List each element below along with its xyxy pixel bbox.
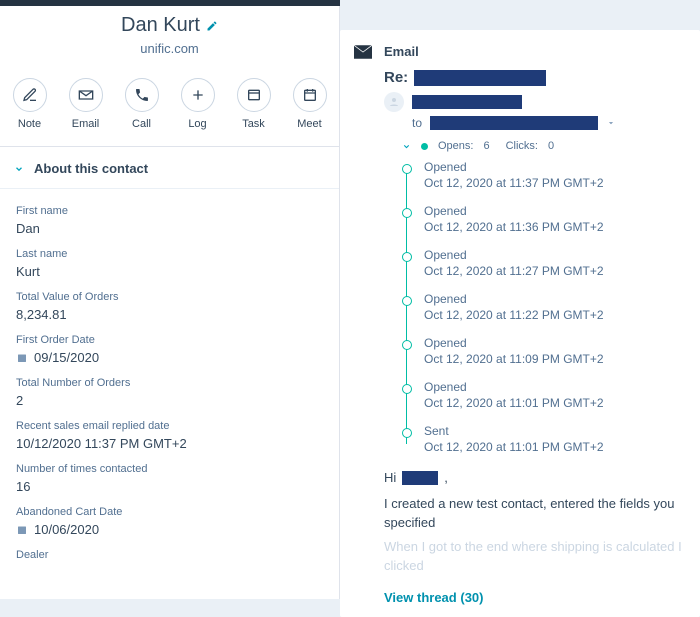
envelope-icon: [354, 45, 372, 59]
log-button[interactable]: Log: [181, 78, 215, 130]
email-body: Hi , I created a new test contact, enter…: [384, 468, 700, 576]
task-button[interactable]: Task: [237, 78, 271, 130]
timeline-event: OpenedOct 12, 2020 at 11:22 PM GMT+2: [402, 292, 700, 322]
envelope-icon: [78, 87, 94, 103]
contact-sidebar: Dan Kurt unific.com Note Email Call Log: [0, 0, 340, 599]
email-card: Email Re: to Opens: 6 Clicks:: [340, 30, 700, 617]
prop-first-name[interactable]: First name Dan: [16, 205, 323, 236]
email-button[interactable]: Email: [69, 78, 103, 130]
email-title: Email: [384, 44, 419, 59]
meet-button[interactable]: Meet: [293, 78, 327, 130]
prop-total-value-orders[interactable]: Total Value of Orders 8,234.81: [16, 291, 323, 322]
avatar: [384, 92, 404, 112]
prop-first-order-date[interactable]: First Order Date 09/15/2020: [16, 334, 323, 365]
timeline-event: OpenedOct 12, 2020 at 11:37 PM GMT+2: [402, 160, 700, 190]
prop-number-times-contacted[interactable]: Number of times contacted 16: [16, 463, 323, 494]
note-icon: [22, 87, 38, 103]
chevron-down-icon[interactable]: [606, 118, 616, 128]
activity-pane: Email Re: to Opens: 6 Clicks:: [340, 0, 700, 599]
redacted-from: [412, 95, 522, 109]
property-list: First name Dan Last name Kurt Total Valu…: [0, 189, 339, 581]
timeline-event: OpenedOct 12, 2020 at 11:01 PM GMT+2: [402, 380, 700, 410]
contact-domain[interactable]: unific.com: [0, 41, 339, 56]
timeline-event: SentOct 12, 2020 at 11:01 PM GMT+2: [402, 424, 700, 454]
calendar-icon: [16, 524, 28, 536]
edit-icon[interactable]: [206, 20, 218, 32]
email-to-line: [384, 92, 700, 112]
redacted-name: [402, 471, 438, 485]
plus-icon: [190, 87, 206, 103]
email-to-line-2: to: [412, 116, 700, 130]
note-button[interactable]: Note: [13, 78, 47, 130]
prop-abandoned-cart-date[interactable]: Abandoned Cart Date 10/06/2020: [16, 506, 323, 537]
status-dot-icon: [421, 143, 428, 150]
prop-dealer[interactable]: Dealer: [16, 549, 323, 561]
redacted-subject: [414, 70, 546, 86]
prop-total-number-orders[interactable]: Total Number of Orders 2: [16, 377, 323, 408]
calendar-icon: [302, 87, 318, 103]
timeline-event: OpenedOct 12, 2020 at 11:09 PM GMT+2: [402, 336, 700, 366]
timeline-event: OpenedOct 12, 2020 at 11:36 PM GMT+2: [402, 204, 700, 234]
chevron-down-icon: [14, 164, 24, 174]
phone-icon: [134, 87, 150, 103]
task-icon: [246, 87, 262, 103]
email-subject: Re:: [384, 69, 700, 86]
prop-recent-sales-email-replied[interactable]: Recent sales email replied date 10/12/20…: [16, 420, 323, 451]
email-tracking-summary[interactable]: Opens: 6 Clicks: 0: [402, 140, 700, 152]
timeline-event: OpenedOct 12, 2020 at 11:27 PM GMT+2: [402, 248, 700, 278]
contact-actions: Note Email Call Log Task Meet: [0, 66, 339, 147]
prop-last-name[interactable]: Last name Kurt: [16, 248, 323, 279]
contact-name-text: Dan Kurt: [121, 14, 200, 37]
call-button[interactable]: Call: [125, 78, 159, 130]
tracking-timeline: OpenedOct 12, 2020 at 11:37 PM GMT+2 Ope…: [402, 160, 700, 454]
redacted-to: [430, 116, 598, 130]
contact-name[interactable]: Dan Kurt: [121, 14, 218, 37]
view-thread-link[interactable]: View thread (30): [384, 590, 700, 605]
about-section-header[interactable]: About this contact: [0, 147, 339, 189]
calendar-icon: [16, 352, 28, 364]
chevron-down-icon: [402, 142, 411, 151]
